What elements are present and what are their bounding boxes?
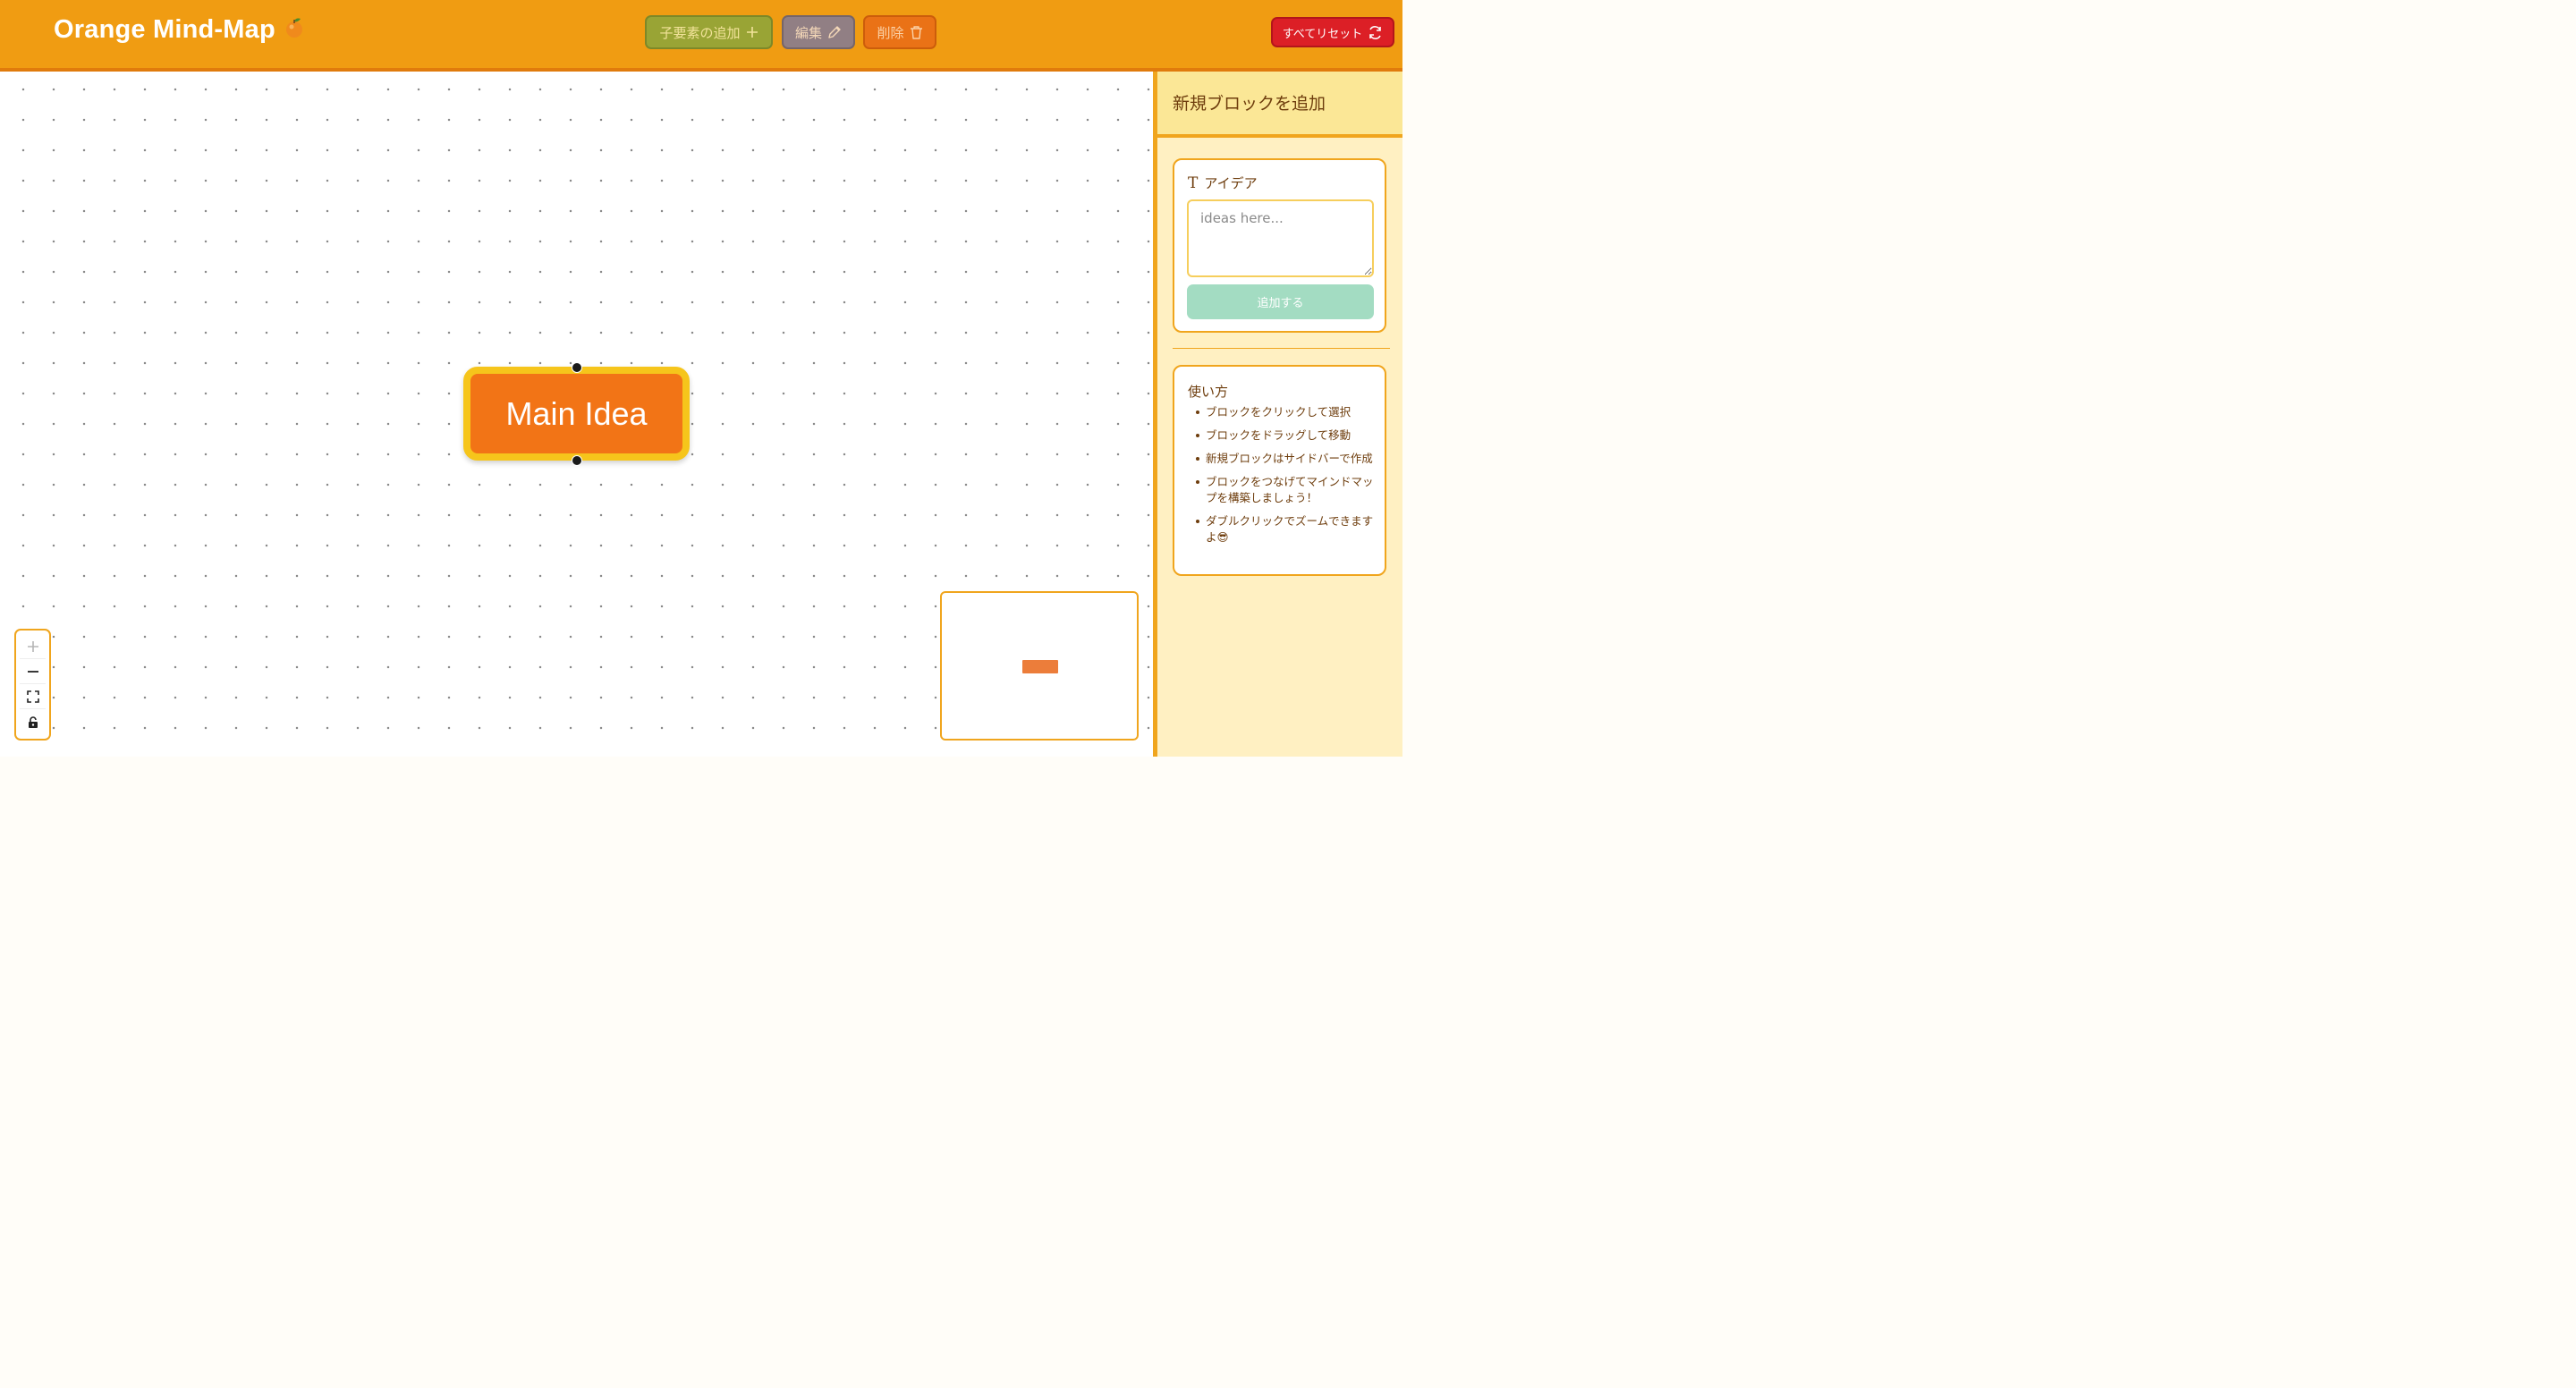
add-child-button[interactable]: 子要素の追加 — [645, 15, 773, 49]
minimap-node — [1022, 660, 1058, 673]
plus-icon — [746, 27, 758, 38]
delete-label: 削除 — [877, 24, 904, 41]
edit-button[interactable]: 編集 — [782, 15, 855, 49]
add-block-form: T アイデア 追加する — [1173, 158, 1386, 333]
add-block-label: 追加する — [1257, 297, 1304, 310]
mindmap-node-main[interactable]: Main Idea — [463, 367, 690, 461]
fit-view-icon — [26, 690, 39, 703]
reset-all-button[interactable]: すべてリセット — [1271, 17, 1394, 47]
help-item: 新規ブロックはサイドバーで作成 — [1196, 451, 1380, 467]
sidebar: 新規ブロックを追加 T アイデア 追加する 使い方 ブロックをクリックして選択 … — [1153, 72, 1402, 757]
help-title: 使い方 — [1188, 384, 1229, 400]
fit-view-button[interactable] — [20, 684, 46, 709]
refresh-icon — [1369, 25, 1382, 39]
idea-label-text: アイデア — [1204, 175, 1258, 191]
sidebar-divider — [1173, 348, 1390, 349]
add-child-label: 子要素の追加 — [659, 24, 741, 41]
zoom-controls — [14, 629, 51, 741]
sidebar-header: 新規ブロックを追加 — [1157, 72, 1402, 138]
edit-label: 編集 — [794, 24, 822, 41]
minimap[interactable] — [940, 591, 1139, 741]
add-block-button[interactable]: 追加する — [1187, 284, 1374, 319]
text-type-icon: T — [1188, 174, 1199, 192]
help-item: ダブルクリックでズームできますよ😎 — [1196, 513, 1380, 546]
delete-button[interactable]: 削除 — [863, 15, 936, 49]
pencil-icon — [828, 26, 841, 38]
app-title: Orange Mind-Map — [54, 15, 304, 46]
help-item: ブロックをドラッグして移動 — [1196, 427, 1380, 444]
minus-icon — [27, 670, 38, 673]
sidebar-title: 新規ブロックを追加 — [1173, 94, 1326, 114]
idea-label: T アイデア — [1188, 174, 1258, 192]
help-card: 使い方 ブロックをクリックして選択 ブロックをドラッグして移動 新規ブロックはサ… — [1173, 365, 1386, 576]
app-title-text: Orange Mind-Map — [54, 15, 275, 44]
app-header: Orange Mind-Map 子要素の追加 編集 削除 すべてリセット — [0, 0, 1402, 72]
help-item: ブロックをつなげてマインドマップを構築しましょう！ — [1196, 474, 1380, 506]
zoom-out-button[interactable] — [20, 659, 46, 684]
help-list: ブロックをクリックして選択 ブロックをドラッグして移動 新規ブロックはサイドバー… — [1196, 404, 1380, 553]
node-top-handle[interactable] — [572, 362, 582, 373]
orange-icon — [284, 16, 304, 46]
lock-button[interactable] — [20, 710, 46, 734]
zoom-in-button[interactable] — [20, 634, 46, 659]
idea-textarea[interactable] — [1187, 199, 1374, 277]
help-item: ブロックをクリックして選択 — [1196, 404, 1380, 420]
reset-all-label: すべてリセット — [1282, 27, 1363, 41]
plus-icon — [27, 640, 38, 652]
lock-icon — [28, 715, 38, 728]
node-bottom-handle[interactable] — [572, 455, 582, 466]
node-label: Main Idea — [505, 394, 648, 432]
trash-icon — [910, 25, 922, 39]
